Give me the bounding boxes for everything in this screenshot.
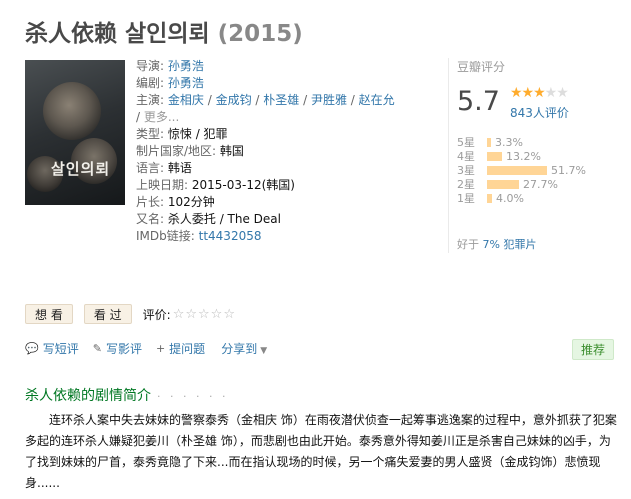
language-value: 韩语 [167, 161, 192, 175]
rating-row: 1星 4.0% [457, 191, 586, 206]
write-review[interactable]: ✎ 写影评 [93, 340, 142, 357]
rating-row: 3星 51.7% [457, 163, 586, 178]
rating-bar [487, 165, 547, 175]
recommend-button[interactable]: 推荐 [572, 339, 615, 360]
want-to-watch-button[interactable]: 想 看 [25, 304, 73, 324]
language-label: 语言: [136, 161, 165, 175]
rating-stars: ★★★★★ [510, 85, 569, 101]
summary-title: 杀人依赖的剧情简介 [25, 388, 151, 404]
better-prefix: 好于 [457, 238, 479, 251]
movie-poster[interactable]: 살인의뢰 [25, 60, 125, 205]
share-label: 分享到 [221, 342, 258, 356]
comment-icon: 💬 [25, 342, 39, 355]
runtime-label: 片长: [136, 195, 165, 209]
watched-button[interactable]: 看 过 [83, 304, 132, 324]
summary-text: 连环杀人案中失去妹妹的警察泰秀（金相庆 饰）在雨夜潜伏侦查一起筹事逃逸案的过程中… [25, 413, 617, 490]
rating-bar [487, 151, 502, 161]
writer-label: 编剧: [136, 76, 165, 90]
rating-score: 5.7 [457, 86, 500, 117]
summary-dots: · · · · · · [157, 390, 229, 403]
release-value: 2015-03-12(韩国) [191, 178, 295, 192]
country-value: 韩国 [219, 144, 244, 158]
summary-heading: 杀人依赖的剧情简介 · · · · · · [25, 385, 228, 405]
writer-link[interactable]: 孙勇浩 [168, 76, 204, 90]
page-title: 杀人依赖 살인의뢰 (2015) [25, 14, 303, 48]
write-review-label: 写影评 [105, 342, 142, 356]
country-label: 制片国家/地区: [136, 144, 217, 158]
rating-bar [487, 179, 519, 189]
better-link[interactable]: 7% 犯罪片 [483, 238, 537, 251]
release-label: 上映日期: [136, 178, 189, 192]
rating-row-pct: 13.2% [506, 149, 541, 163]
rate-stars[interactable]: ☆☆☆☆☆ [173, 307, 236, 322]
genre-label: 类型: [136, 127, 165, 141]
movie-info: 导演: 孙勇浩 编剧: 孙勇浩 主演: 金相庆 / 金成钧 / 朴圣雄 / 尹胜… [136, 59, 395, 243]
actions-bar: 💬 写短评 ✎ 写影评 + 提问题 分享到 ▼ [25, 340, 267, 357]
aka-label: 又名: [136, 212, 165, 226]
rating-row-label: 1星 [457, 192, 475, 205]
chevron-down-icon: ▼ [260, 346, 268, 356]
more-cast-link[interactable]: 更多... [144, 110, 179, 124]
rating-title: 豆瓣评分 [457, 60, 506, 74]
rate-label: 评价: [142, 307, 171, 322]
pen-icon: ✎ [92, 342, 102, 355]
rating-row-pct: 27.7% [523, 177, 558, 191]
ask-question[interactable]: + 提问题 [156, 340, 205, 357]
cast-link[interactable]: 金相庆 [168, 93, 204, 107]
runtime-value: 102分钟 [167, 195, 215, 209]
aka-value: 杀人委托 / The Deal [167, 212, 281, 226]
rating-distribution: 5星 3.3% 4星 13.2% 3星 51.7% 2星 27.7% 1星 4.0% [457, 135, 586, 206]
rating-panel: 豆瓣评分 5.7 ★★★★★ 843人评价 5星 3.3% 4星 13.2% 3星 51.… [448, 58, 623, 253]
write-short-review-label: 写短评 [42, 342, 79, 356]
plus-icon: + [155, 342, 166, 355]
rating-row: 2星 27.7% [457, 177, 586, 192]
rating-bar [487, 193, 492, 203]
cast-link[interactable]: 朴圣雄 [263, 93, 299, 107]
action-buttons: 想 看 看 过 评价: ☆☆☆☆☆ [25, 304, 236, 324]
genre-value: 惊悚 / 犯罪 [167, 127, 228, 141]
rating-row-pct: 51.7% [551, 163, 586, 177]
cast-link[interactable]: 赵在允 [359, 93, 395, 107]
rating-row: 5星 3.3% [457, 135, 586, 150]
imdb-label: IMDb链接: [136, 229, 195, 243]
write-short-review[interactable]: 💬 写短评 [25, 340, 79, 357]
cast-link[interactable]: 金成钧 [216, 93, 252, 107]
better-than: 好于 7% 犯罪片 [457, 236, 536, 252]
rating-row-pct: 4.0% [496, 191, 524, 205]
ask-question-label: 提问题 [169, 342, 206, 356]
cast-link[interactable]: 尹胜雅 [311, 93, 347, 107]
rating-row: 4星 13.2% [457, 149, 586, 164]
rating-row-pct: 3.3% [495, 135, 523, 149]
movie-title: 杀人依赖 살인의뢰 [25, 21, 210, 47]
poster-title: 살인의뢰 [51, 160, 111, 178]
director-link[interactable]: 孙勇浩 [168, 59, 204, 73]
share-menu[interactable]: 分享到 ▼ [221, 340, 267, 357]
votes-link[interactable]: 843人评价 [510, 104, 569, 121]
director-label: 导演: [136, 59, 165, 73]
imdb-link[interactable]: tt4432058 [199, 229, 262, 243]
cast-label: 主演: [136, 93, 165, 107]
rating-bar [487, 137, 491, 147]
movie-year: (2015) [217, 21, 303, 47]
